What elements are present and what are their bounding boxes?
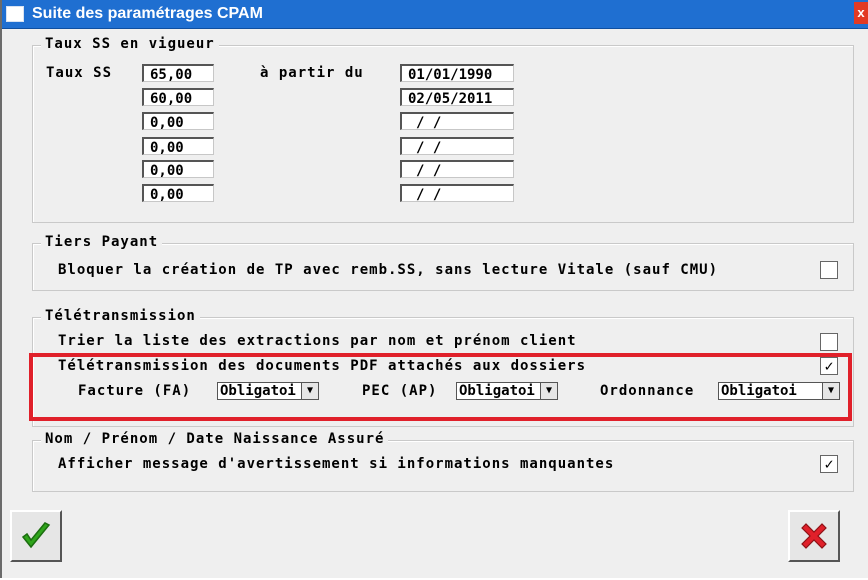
block-tp-checkbox[interactable] xyxy=(820,261,838,279)
missing-info-warning-label: Afficher message d'avertissement si info… xyxy=(58,456,615,472)
date-field-3[interactable]: / / xyxy=(400,112,514,131)
cancel-button[interactable] xyxy=(788,510,840,562)
missing-info-warning-checkbox[interactable]: ✓ xyxy=(820,455,838,473)
date-field-5[interactable]: / / xyxy=(400,160,514,179)
date-field-1[interactable]: 01/01/1990 xyxy=(400,64,514,83)
rate-field-5[interactable]: 0,00 xyxy=(142,160,214,179)
tiers-payant-legend: Tiers Payant xyxy=(41,234,163,250)
rate-field-2[interactable]: 60,00 xyxy=(142,88,214,107)
date-from-label: à partir du xyxy=(260,65,364,81)
assure-legend: Nom / Prénom / Date Naissance Assuré xyxy=(41,431,389,447)
rate-field-1[interactable]: 65,00 xyxy=(142,64,214,83)
teletransmission-legend: Télétransmission xyxy=(41,308,200,324)
check-icon xyxy=(21,522,51,549)
close-button[interactable]: x xyxy=(854,2,868,24)
window-icon xyxy=(6,6,24,22)
checkmark-icon: ✓ xyxy=(824,455,834,473)
taux-ss-label: Taux SS xyxy=(46,65,113,81)
block-tp-label: Bloquer la création de TP avec remb.SS, … xyxy=(58,262,719,278)
ok-button[interactable] xyxy=(10,510,62,562)
rate-field-6[interactable]: 0,00 xyxy=(142,184,214,203)
sort-extractions-label: Trier la liste des extractions par nom e… xyxy=(58,333,577,349)
rate-field-3[interactable]: 0,00 xyxy=(142,112,214,131)
taux-ss-legend: Taux SS en vigueur xyxy=(41,36,219,52)
sort-extractions-checkbox[interactable] xyxy=(820,333,838,351)
date-field-4[interactable]: / / xyxy=(400,137,514,156)
rate-field-4[interactable]: 0,00 xyxy=(142,137,214,156)
pdf-options-highlight xyxy=(29,353,852,421)
cross-icon xyxy=(801,523,827,549)
title-bar: Suite des paramétrages CPAM x xyxy=(2,0,868,29)
window-title: Suite des paramétrages CPAM xyxy=(32,5,263,22)
date-field-2[interactable]: 02/05/2011 xyxy=(400,88,514,107)
dialog-window: Suite des paramétrages CPAM x Taux SS en… xyxy=(0,0,868,578)
date-field-6[interactable]: / / xyxy=(400,184,514,203)
